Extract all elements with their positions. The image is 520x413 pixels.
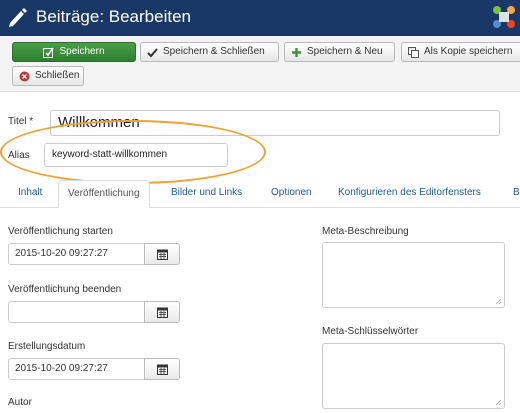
author-label: Autor	[8, 397, 32, 408]
tab-editor-config[interactable]: Konfigurieren des Editorfensters	[338, 180, 481, 208]
resize-grip-icon[interactable]	[495, 399, 502, 406]
joomla-logo-icon	[493, 6, 515, 28]
plus-icon	[292, 48, 301, 57]
publish-end-label: Veröffentlichung beenden	[8, 284, 122, 295]
meta-description-textarea[interactable]	[322, 242, 505, 308]
created-date-calendar-button[interactable]	[144, 358, 180, 380]
check-icon	[147, 48, 158, 58]
meta-description-label: Meta-Beschreibung	[322, 226, 409, 237]
save-new-button[interactable]: Speichern & Neu	[284, 42, 395, 62]
copy-icon	[408, 47, 419, 58]
publish-end-field	[8, 301, 180, 323]
calendar-icon	[157, 249, 168, 260]
save-new-button-label: Speichern & Neu	[307, 46, 383, 57]
checkbox-edit-icon	[43, 47, 54, 58]
close-button[interactable]: Schließen	[12, 66, 84, 86]
title-label: Titel *	[8, 116, 34, 127]
pencil-icon	[9, 8, 27, 27]
save-button[interactable]: Speichern	[12, 42, 136, 62]
created-date-label: Erstellungsdatum	[8, 341, 86, 352]
save-close-button[interactable]: Speichern & Schließen	[140, 42, 279, 62]
publish-end-input[interactable]	[8, 301, 145, 323]
meta-keywords-textarea[interactable]	[322, 343, 505, 409]
publish-start-label: Veröffentlichung starten	[8, 226, 113, 237]
tab-more[interactable]: B	[513, 180, 520, 208]
created-date-input[interactable]: 2015-10-20 09:27:27	[8, 358, 145, 380]
tab-images-links[interactable]: Bilder und Links	[171, 180, 242, 208]
save-as-copy-button[interactable]: Als Kopie speichern	[401, 42, 520, 62]
calendar-icon	[157, 307, 168, 318]
save-close-button-label: Speichern & Schließen	[163, 46, 265, 57]
tab-content[interactable]: Inhalt	[18, 180, 42, 208]
app-header: Beiträge: Bearbeiten	[0, 0, 520, 36]
tab-options[interactable]: Optionen	[271, 180, 312, 208]
publish-start-input[interactable]: 2015-10-20 09:27:27	[8, 243, 145, 265]
meta-keywords-label: Meta-Schlüsselwörter	[322, 326, 419, 337]
resize-grip-icon[interactable]	[495, 298, 502, 305]
publish-end-calendar-button[interactable]	[144, 301, 180, 323]
tab-publishing[interactable]: Veröffentlichung	[58, 180, 150, 208]
calendar-icon	[157, 364, 168, 375]
publish-start-calendar-button[interactable]	[144, 243, 180, 265]
close-button-label: Schließen	[35, 70, 80, 81]
toolbar: Speichern Speichern & Schließen Speicher…	[0, 36, 520, 92]
close-circle-icon	[19, 71, 30, 82]
tab-bar: Inhalt Veröffentlichung Bilder und Links…	[0, 180, 520, 208]
highlight-ellipse	[0, 120, 266, 184]
save-as-copy-button-label: Als Kopie speichern	[424, 46, 513, 57]
page-title: Beiträge: Bearbeiten	[36, 7, 191, 26]
publish-start-field: 2015-10-20 09:27:27	[8, 243, 180, 265]
created-date-field: 2015-10-20 09:27:27	[8, 358, 180, 380]
